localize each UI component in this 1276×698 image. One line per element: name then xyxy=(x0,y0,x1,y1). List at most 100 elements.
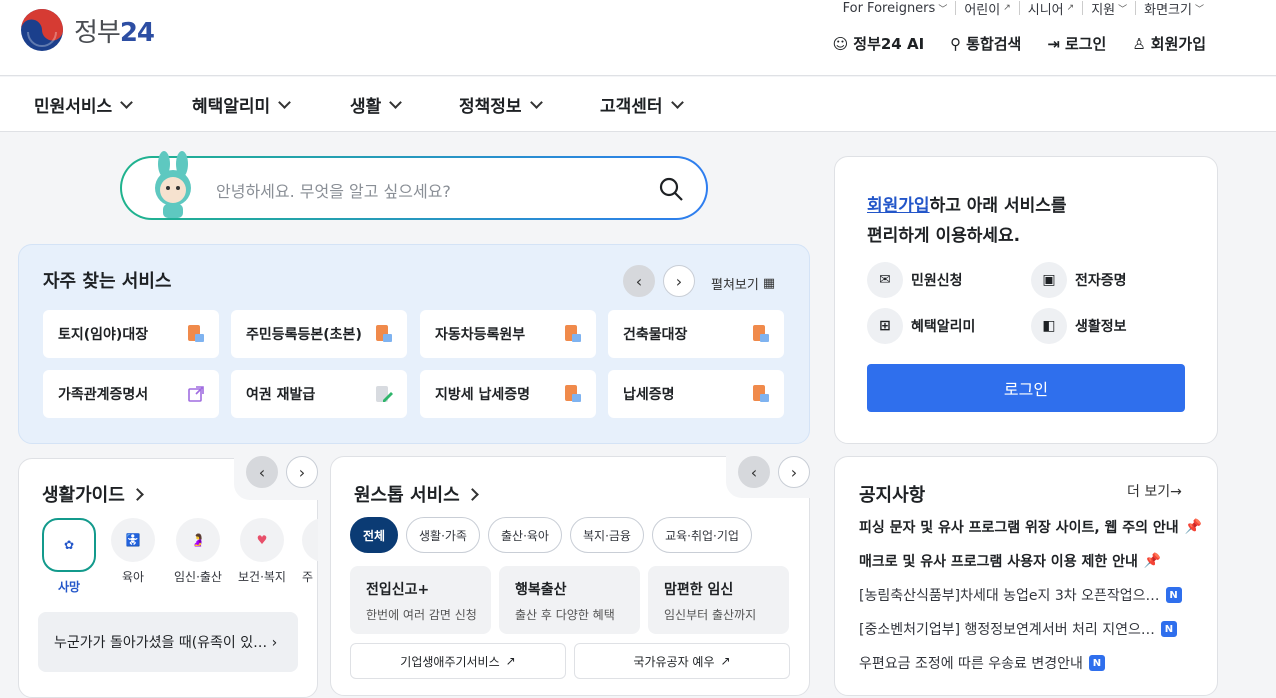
onestop-happy-birth[interactable]: 행복출산 출산 후 다양한 혜택 xyxy=(499,566,640,634)
external-link-icon: ↗ xyxy=(505,654,516,668)
util-senior[interactable]: 시니어 ↗ xyxy=(1020,1,1084,18)
search-icon: ⚲ xyxy=(950,34,962,53)
signup-link[interactable]: 회원가입 xyxy=(867,196,930,216)
link-business-lifecycle[interactable]: 기업생애주기서비스 ↗ xyxy=(350,643,566,679)
ai-button[interactable]: ☺ 정부24 AI xyxy=(833,33,925,54)
notice-title: 공지사항 xyxy=(859,485,926,506)
expand-button[interactable]: 펼쳐보기 ▦ xyxy=(711,274,775,293)
guide-next-button[interactable]: › xyxy=(286,456,318,488)
onestop-next-button[interactable]: › xyxy=(778,456,810,488)
integrated-search-button[interactable]: ⚲ 통합검색 xyxy=(950,33,1021,54)
document-icon xyxy=(188,325,204,342)
guide-housing[interactable]: ⌂주 xyxy=(302,518,318,585)
onestop-pregnancy[interactable]: 맘편한 임신 임신부터 출산까지 xyxy=(648,566,789,634)
stroller-icon: 🚼 xyxy=(111,518,155,562)
util-foreigners[interactable]: For Foreigners ﹀ xyxy=(835,1,957,16)
grid-icon: ▦ xyxy=(762,276,776,291)
link-veterans[interactable]: 국가유공자 예우 ↗ xyxy=(574,643,790,679)
service-building-register[interactable]: 건축물대장 xyxy=(608,310,784,358)
onestop-move-in[interactable]: 전입신고+ 한번에 여러 감면 신청 xyxy=(350,566,491,634)
bookmark-icon: ◧ xyxy=(1031,308,1067,344)
life-guide-title[interactable]: 생활가이드 xyxy=(42,481,144,507)
guide-childcare[interactable]: 🚼 육아 xyxy=(106,518,160,585)
gnb-benefits[interactable]: 혜택알리미 xyxy=(192,92,292,117)
mascot-rabbit-icon xyxy=(155,151,191,218)
chevron-left-icon: ‹ xyxy=(750,462,758,482)
util-screen-size[interactable]: 화면크기 ﹀ xyxy=(1136,1,1212,18)
notice-item[interactable]: [농림축산식품부]차세대 농업e지 3차 오픈작업으… N xyxy=(859,585,1199,605)
chevron-down-icon: ﹀ xyxy=(938,4,948,15)
notice-item[interactable]: 피싱 문자 및 유사 프로그램 위장 사이트, 웹 주의 안내 📌 xyxy=(859,517,1202,537)
chip-life-family[interactable]: 생활·가족 xyxy=(406,517,480,553)
feature-life-info: ◧ 생활정보 xyxy=(1031,308,1127,344)
next-button[interactable]: › xyxy=(663,265,695,297)
document-icon xyxy=(376,325,392,342)
pin-icon: 📌 xyxy=(1143,553,1162,569)
search-placeholder: 안녕하세요. 무엇을 알고 싶으세요? xyxy=(216,182,451,201)
search-input[interactable]: 안녕하세요. 무엇을 알고 싶으세요? xyxy=(120,156,708,220)
gnb-policy[interactable]: 정책정보 xyxy=(459,92,543,117)
login-link[interactable]: ⇥ 로그인 xyxy=(1047,33,1106,54)
login-icon: ⇥ xyxy=(1047,34,1060,53)
chip-edu-job-biz[interactable]: 교육·취업·기업 xyxy=(652,517,752,553)
util-support[interactable]: 지원 ﹀ xyxy=(1083,1,1137,18)
gnb-customer-center[interactable]: 고객센터 xyxy=(600,92,684,117)
utility-menu: For Foreigners ﹀ 어린이 ↗ 시니어 ↗ 지원 ﹀ 화면크기 ﹀ xyxy=(835,0,1212,18)
onestop-title[interactable]: 원스톱 서비스 xyxy=(354,481,479,507)
service-tax-certificate[interactable]: 납세증명 xyxy=(608,370,784,418)
mail-icon: ✉ xyxy=(867,262,903,298)
service-family-certificate[interactable]: 가족관계증명서 xyxy=(43,370,219,418)
main-nav: 민원서비스 혜택알리미 생활 정책정보 고객센터 xyxy=(0,77,1276,132)
login-button[interactable]: 로그인 xyxy=(867,364,1185,412)
document-icon xyxy=(565,385,581,402)
service-land-register[interactable]: 토지(임야)대장 xyxy=(43,310,219,358)
notice-card: 공지사항 더 보기→ 피싱 문자 및 유사 프로그램 위장 사이트, 웹 주의 … xyxy=(834,456,1218,696)
chevron-right-icon xyxy=(130,487,144,501)
document-icon xyxy=(753,385,769,402)
heart-icon: ♥ xyxy=(240,518,284,562)
guide-pregnancy[interactable]: 🤰 임신·출산 xyxy=(170,518,226,585)
new-badge: N xyxy=(1088,655,1105,671)
guide-question[interactable]: 누군가가 돌아가셨을 때(유족이 있… › xyxy=(38,612,298,672)
feature-e-certificate: ▣ 전자증명 xyxy=(1031,262,1127,298)
chip-welfare-finance[interactable]: 복지·금융 xyxy=(570,517,644,553)
chevron-right-icon: › xyxy=(271,635,278,651)
guide-death[interactable]: ✿ 사망 xyxy=(42,518,96,595)
util-children[interactable]: 어린이 ↗ xyxy=(956,1,1020,18)
prev-button[interactable]: ‹ xyxy=(623,265,655,297)
external-link-icon: ↗ xyxy=(1003,3,1011,13)
chevron-down-icon: ﹀ xyxy=(1194,4,1204,15)
chip-birth-childcare[interactable]: 출산·육아 xyxy=(488,517,562,553)
service-passport-reissue[interactable]: 여권 재발급 xyxy=(231,370,407,418)
id-card-icon: ▣ xyxy=(1031,262,1067,298)
pregnant-icon: 🤰 xyxy=(176,518,220,562)
chevron-right-icon: › xyxy=(790,462,798,482)
gnb-civil-service[interactable]: 민원서비스 xyxy=(34,92,134,117)
external-link-icon: ↗ xyxy=(1066,3,1075,13)
notice-item[interactable]: 우편요금 조정에 따른 우송료 변경안내 N xyxy=(859,653,1199,673)
search-icon[interactable] xyxy=(658,176,684,202)
edit-document-icon xyxy=(376,386,393,402)
logo-text: 정부24 xyxy=(74,17,155,48)
chevron-right-icon xyxy=(465,487,479,501)
more-link[interactable]: 더 보기→ xyxy=(1127,481,1182,501)
new-badge: N xyxy=(1165,587,1182,603)
chevron-down-icon xyxy=(120,95,134,109)
gnb-life[interactable]: 생활 xyxy=(350,92,403,117)
notice-item[interactable]: [중소벤처기업부] 행정정보연계서버 처리 지연으… N xyxy=(859,619,1199,639)
top-nav: ☺ 정부24 AI ⚲ 통합검색 ⇥ 로그인 ♙ 회원가입 xyxy=(833,33,1206,54)
guide-health-welfare[interactable]: ♥ 보건·복지 xyxy=(234,518,290,585)
notice-item[interactable]: 매크로 및 유사 프로그램 사용자 이용 제한 안내 📌 xyxy=(859,551,1199,571)
service-resident-register[interactable]: 주민등록등본(초본) xyxy=(231,310,407,358)
flower-icon: ✿ xyxy=(42,518,96,572)
chevron-down-icon: ﹀ xyxy=(1118,4,1128,15)
chip-all[interactable]: 전체 xyxy=(350,517,398,553)
external-link-icon: ↗ xyxy=(720,654,731,668)
signup-link[interactable]: ♙ 회원가입 xyxy=(1132,33,1206,54)
chevron-left-icon: ‹ xyxy=(635,271,643,291)
logo[interactable]: 정부24 xyxy=(18,8,155,52)
guide-prev-button[interactable]: ‹ xyxy=(246,456,278,488)
onestop-prev-button[interactable]: ‹ xyxy=(738,456,770,488)
service-local-tax-certificate[interactable]: 지방세 납세증명 xyxy=(420,370,596,418)
service-vehicle-register[interactable]: 자동차등록원부 xyxy=(420,310,596,358)
